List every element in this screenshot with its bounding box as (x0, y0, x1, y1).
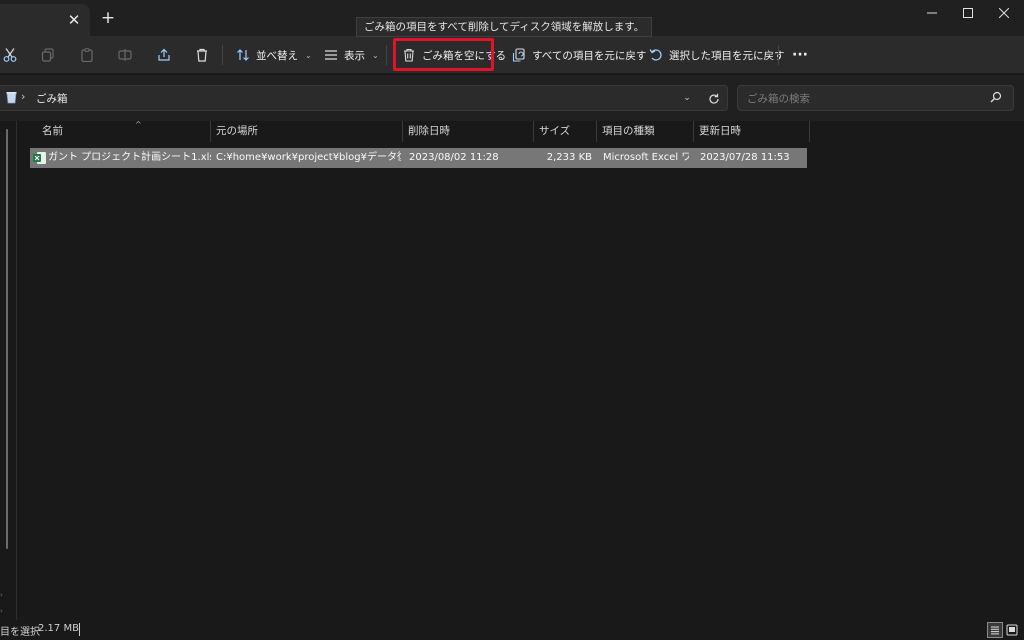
restore-selected-button[interactable]: 選択した項目を元に戻す (643, 41, 791, 69)
chevron-right-icon[interactable]: › (21, 90, 25, 103)
separator (222, 45, 223, 65)
close-window-button[interactable] (986, 0, 1022, 26)
chevron-down-icon: ⌄ (372, 50, 379, 60)
chevron-down-icon[interactable]: ⌄ (678, 89, 696, 107)
restore-all-label: すべての項目を元に戻す (532, 49, 647, 62)
window-tab[interactable]: ✕ (0, 4, 90, 36)
details-view-icon (991, 626, 999, 635)
share-icon (158, 48, 170, 61)
restore-all-icon (512, 48, 525, 62)
separator (386, 45, 387, 65)
copy-icon (41, 48, 54, 62)
rename-button[interactable] (113, 41, 137, 69)
copy-button[interactable] (36, 41, 60, 69)
tiles-view-icon (1006, 624, 1018, 636)
selection-status: 目を選択 (0, 627, 40, 638)
delete-button[interactable] (190, 41, 214, 69)
column-header-original-location[interactable]: 元の場所 (211, 121, 403, 142)
close-icon[interactable]: ✕ (62, 8, 86, 32)
rename-icon (118, 49, 132, 61)
view-button[interactable]: 表示 ⌄ (318, 41, 385, 69)
minimize-icon (927, 12, 937, 14)
navigation-pane: › › (0, 121, 17, 620)
sort-label: 並べ替え (256, 49, 298, 62)
file-date-deleted: 2023/08/02 11:28 (409, 152, 499, 163)
command-bar: 並べ替え ⌄ 表示 ⌄ ごみ箱を空にする すべての項目を元に戻す 選択した項目を… (0, 36, 1024, 74)
column-header-item-type[interactable]: 項目の種類 (597, 121, 694, 142)
column-header-name[interactable]: 名前 (36, 121, 211, 142)
minimize-button[interactable] (914, 0, 950, 26)
recycle-bin-icon (6, 91, 17, 107)
view-list-icon (325, 50, 337, 60)
column-header-date-deleted[interactable]: 削除日時 (403, 121, 534, 142)
chevron-icon: › (0, 591, 3, 599)
table-row[interactable]: ガント プロジェクト計画シート1.xlsx C:¥home¥work¥proje… (30, 148, 807, 168)
maximize-icon (963, 8, 973, 18)
tiles-view-button[interactable] (1004, 622, 1020, 638)
restore-selected-label: 選択した項目を元に戻す (669, 49, 785, 62)
nav-scrollbar[interactable] (6, 129, 8, 549)
plus-icon[interactable]: + (96, 6, 120, 30)
column-header-date-modified[interactable]: 更新日時 (694, 121, 810, 142)
status-bar: 目を選択 2.17 MB (0, 620, 1024, 640)
undo-icon (649, 49, 662, 61)
more-icon: ··· (792, 47, 808, 63)
chevron-icon: › (0, 607, 3, 615)
search-icon[interactable] (990, 91, 1002, 106)
empty-recycle-bin-label: ごみ箱を空にする (422, 49, 507, 62)
selection-size: 2.17 MB (38, 623, 79, 634)
tooltip: ごみ箱の項目をすべて削除してディスク領域を解放します。 (356, 17, 653, 37)
file-name: ガント プロジェクト計画シート1.xlsx (48, 152, 211, 163)
trash-icon (404, 48, 414, 62)
file-size: 2,233 KB (546, 152, 592, 163)
refresh-button[interactable] (704, 89, 724, 109)
separator (778, 45, 779, 65)
cut-button[interactable] (0, 41, 20, 69)
search-input[interactable]: ごみ箱の検索 (737, 85, 1014, 111)
details-view-button[interactable] (987, 622, 1003, 638)
restore-all-button[interactable]: すべての項目を元に戻す (506, 41, 652, 69)
share-button[interactable] (152, 41, 176, 69)
search-placeholder: ごみ箱の検索 (747, 93, 810, 105)
sort-button[interactable]: 並べ替え ⌄ (230, 41, 318, 69)
paste-button[interactable] (75, 41, 99, 69)
chevron-down-icon: ⌄ (305, 50, 312, 60)
refresh-icon (709, 93, 719, 104)
file-type: Microsoft Excel ワ... (603, 152, 689, 163)
scissors-icon (3, 48, 17, 62)
status-divider (79, 623, 80, 636)
maximize-button[interactable] (950, 0, 986, 26)
trash-icon (197, 48, 207, 62)
address-bar[interactable]: › ごみ箱 ⌄ (0, 85, 728, 111)
excel-file-icon (33, 151, 46, 168)
column-header-size[interactable]: サイズ (534, 121, 597, 142)
empty-recycle-bin-button[interactable]: ごみ箱を空にする (396, 41, 512, 69)
view-label: 表示 (344, 49, 365, 62)
sort-icon (237, 49, 249, 61)
close-window-icon (999, 8, 1009, 18)
file-list: ^ 名前 元の場所 削除日時 サイズ 項目の種類 更新日時 ガント プロジェクト… (17, 121, 1024, 620)
file-original-location: C:¥home¥work¥project¥blog¥データ復元用 (216, 152, 401, 163)
address-row: › ごみ箱 ⌄ ごみ箱の検索 (0, 75, 1024, 121)
breadcrumb[interactable]: ごみ箱 (36, 91, 68, 106)
file-date-modified: 2023/07/28 11:53 (700, 152, 790, 163)
more-options-button[interactable]: ··· (786, 41, 814, 69)
clipboard-icon (81, 48, 93, 62)
